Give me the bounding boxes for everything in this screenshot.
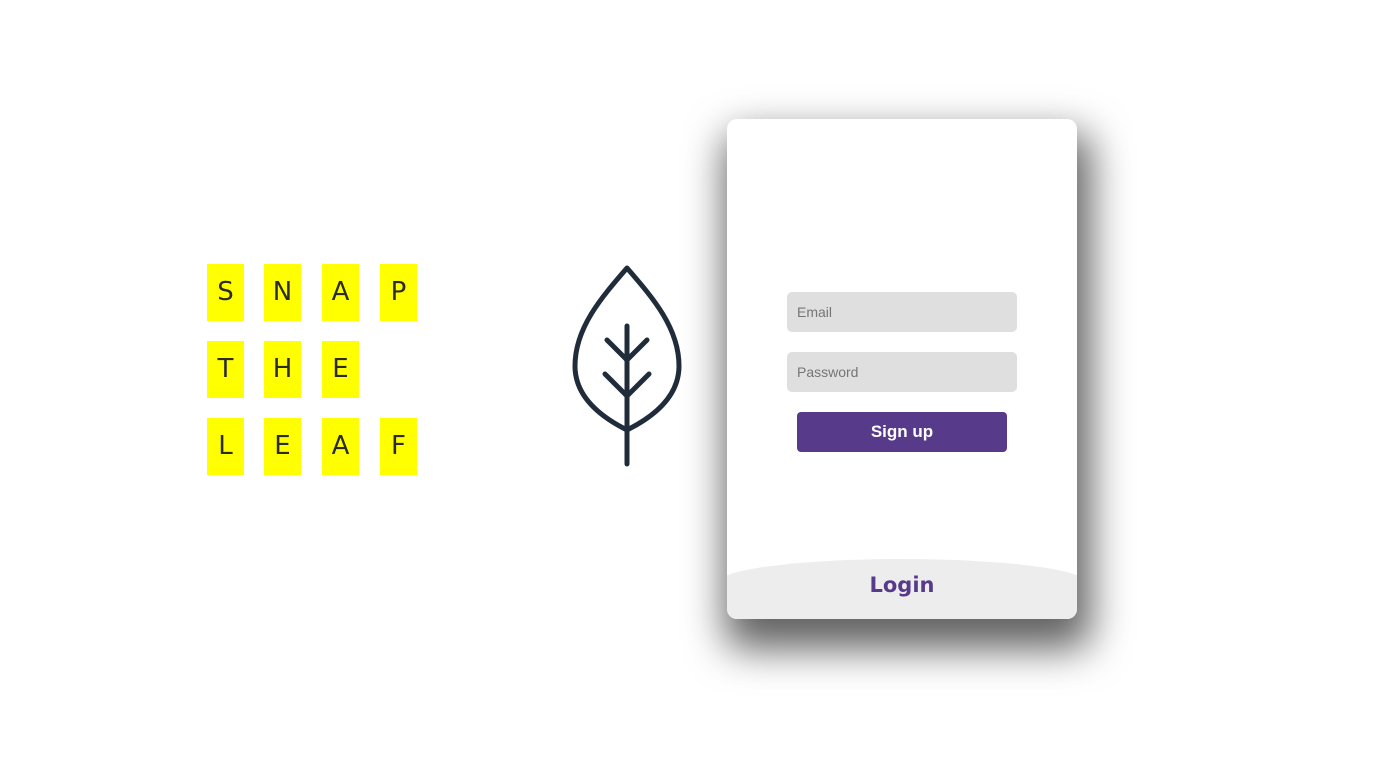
letter-tile: T [207,341,244,398]
letter-tile: A [322,264,359,321]
letter-tile: F [380,418,417,475]
letter-tile: E [322,341,359,398]
email-input[interactable] [787,292,1017,332]
wordmark-row-snap: S N A P [207,264,427,321]
letter-tile: P [380,264,417,321]
wordmark-row-leaf: L E A F [207,418,427,475]
letter-tile: A [322,418,359,475]
login-label[interactable]: Login [727,573,1077,597]
letter-tile: E [264,418,301,475]
signup-card: Sign up Login [727,119,1077,619]
letter-tile: L [207,418,244,475]
wordmark-row-the: T H E [207,341,427,398]
leaf-icon [572,265,682,467]
letter-tile: N [264,264,301,321]
signup-button[interactable]: Sign up [797,412,1007,452]
page: S N A P T H E L E A F Sign up Login [0,0,1394,775]
letter-tile: H [264,341,301,398]
password-input[interactable] [787,352,1017,392]
brand-wordmark: S N A P T H E L E A F [207,264,427,484]
letter-tile: S [207,264,244,321]
